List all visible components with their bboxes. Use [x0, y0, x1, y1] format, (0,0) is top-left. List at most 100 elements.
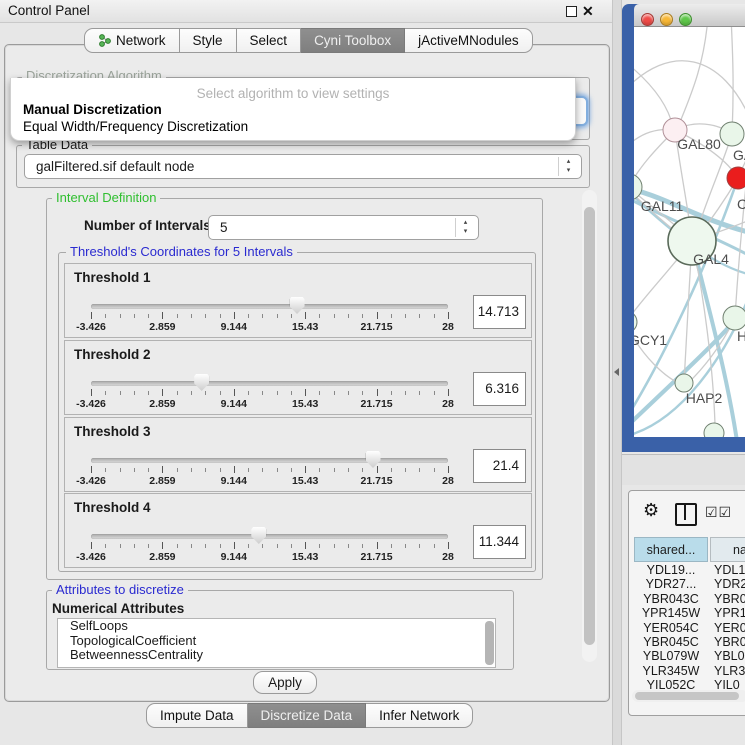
attribute-item-selfloops[interactable]: SelfLoops — [58, 619, 495, 634]
network-edge[interactable] — [634, 61, 745, 123]
number-of-intervals-combo[interactable]: 5 ▴▾ — [208, 215, 479, 240]
threshold-panel-2: Threshold 2 -3.4262.8599.14415.4321.7152… — [64, 340, 532, 415]
slider-tick — [362, 314, 363, 318]
slider-track[interactable] — [91, 304, 448, 309]
table-row[interactable]: YBR045C YBR0 — [629, 635, 745, 649]
cell-name: YDL1 — [714, 563, 745, 577]
slider-tick — [191, 314, 192, 318]
apply-button[interactable]: Apply — [253, 671, 317, 694]
slider-tick — [291, 544, 292, 548]
slider-tick — [205, 314, 206, 318]
slider-tick — [248, 314, 249, 318]
slider-tick — [120, 391, 121, 395]
cell-name: YBL0 — [714, 649, 745, 663]
tab-network[interactable]: Network — [84, 28, 180, 53]
gear-icon[interactable]: ⚙ — [643, 500, 659, 520]
slider-tick — [248, 391, 249, 395]
slider-tick — [348, 544, 349, 548]
slider-tick — [177, 468, 178, 472]
node-gcy1[interactable] — [634, 311, 637, 333]
slider-tick — [177, 314, 178, 318]
slider-tick — [391, 314, 392, 318]
network-canvas[interactable]: GAL80GACGAL11GAL4GCY1HHAP2 — [634, 27, 745, 437]
slider-tick — [419, 314, 420, 318]
slider-track[interactable] — [91, 534, 448, 539]
threshold-value-field[interactable]: 11.344 — [473, 525, 526, 559]
slider-handle[interactable] — [366, 451, 381, 468]
node-red[interactable] — [727, 167, 745, 189]
popup-item-equal-width[interactable]: Equal Width/Frequency Discretization — [23, 119, 248, 134]
slider-tick — [419, 391, 420, 395]
table-data-combo[interactable]: galFiltered.sif default node ▴▾ — [24, 154, 582, 179]
tab-infer-network[interactable]: Infer Network — [366, 703, 473, 728]
threshold-value-field[interactable]: 14.713 — [473, 295, 526, 329]
attribute-item-topologicalcoefficient[interactable]: TopologicalCoefficient — [58, 634, 495, 649]
number-of-intervals-label: Number of Intervals — [84, 218, 211, 233]
spinner-arrows-icon[interactable]: ▴▾ — [558, 157, 574, 176]
list-scrollbar-thumb[interactable] — [485, 621, 494, 665]
zoom-traffic-light-icon[interactable] — [679, 13, 692, 26]
slider-tick — [291, 314, 292, 318]
network-edge[interactable] — [731, 27, 733, 134]
tab-impute-data[interactable]: Impute Data — [146, 703, 248, 728]
slider-tick — [334, 391, 335, 395]
divider-collapse-icon[interactable] — [614, 368, 619, 376]
slider-tick — [205, 544, 206, 548]
node-gal11[interactable] — [634, 174, 642, 200]
slider-track[interactable] — [91, 458, 448, 463]
slider-tick — [291, 391, 292, 395]
h-scrollbar-thumb[interactable] — [635, 692, 739, 700]
table-row[interactable]: YDR27... YDR2 — [629, 577, 745, 591]
close-icon[interactable]: ✕ — [582, 2, 594, 20]
column-header-name[interactable]: na — [710, 537, 745, 562]
float-window-icon[interactable] — [566, 6, 577, 17]
threshold-value-field[interactable]: 6.316 — [473, 372, 526, 406]
slider-track[interactable] — [91, 381, 448, 386]
node-label-gal80: GAL80 — [677, 136, 721, 152]
minimize-traffic-light-icon[interactable] — [660, 13, 673, 26]
close-traffic-light-icon[interactable] — [641, 13, 654, 26]
table-row[interactable]: YPR145W YPR1 — [629, 606, 745, 620]
numerical-attributes-list[interactable]: SelfLoopsTopologicalCoefficientBetweenne… — [57, 618, 496, 668]
tab-select[interactable]: Select — [237, 28, 302, 53]
slider-tick — [291, 468, 292, 472]
threshold-label: Threshold 4 — [74, 500, 151, 515]
slider-tick — [362, 544, 363, 548]
table-row[interactable]: YER054C YER0 — [629, 621, 745, 635]
slider-tick — [191, 468, 192, 472]
node-h[interactable] — [723, 306, 745, 330]
slider-handle[interactable] — [251, 527, 266, 544]
slider-tick — [262, 314, 263, 318]
attribute-item-betweennesscentrality[interactable]: BetweennessCentrality — [58, 648, 495, 663]
checkbox-icons[interactable]: ☑☑ — [705, 504, 732, 521]
slider-tick-label: -3.426 — [59, 551, 123, 563]
table-row[interactable]: YLR345W YLR3 — [629, 664, 745, 678]
tab-discretize-data[interactable]: Discretize Data — [248, 703, 367, 728]
slider-tick — [205, 468, 206, 472]
network-window-titlebar[interactable] — [634, 4, 745, 27]
slider-handle[interactable] — [194, 374, 209, 391]
popup-item-manual-discretization[interactable]: Manual Discretization — [23, 102, 162, 117]
slider-tick — [348, 391, 349, 395]
tab-style[interactable]: Style — [180, 28, 237, 53]
slider-tick — [319, 314, 320, 318]
scrollbar-thumb[interactable] — [584, 207, 595, 645]
column-settings-icon[interactable] — [675, 503, 697, 526]
table-row[interactable]: YBL079W YBL0 — [629, 649, 745, 663]
spinner-arrows-icon[interactable]: ▴▾ — [455, 218, 471, 237]
network-edge[interactable] — [634, 61, 673, 127]
threshold-value-field[interactable]: 21.4 — [473, 449, 526, 483]
table-row[interactable]: YDL19... YDL1 — [629, 563, 745, 577]
slider-handle[interactable] — [290, 297, 305, 314]
node-bottom[interactable] — [704, 423, 724, 437]
slider-tick — [391, 391, 392, 395]
tab-jactivemnodules[interactable]: jActiveMNodules — [405, 28, 533, 53]
slider-tick-label: -3.426 — [59, 398, 123, 410]
network-edge[interactable] — [678, 27, 708, 127]
slider-tick — [305, 312, 306, 319]
node-top-green[interactable] — [720, 122, 744, 146]
table-row[interactable]: YBR043C YBR0 — [629, 592, 745, 606]
slider-tick — [405, 314, 406, 318]
tab-cyni-toolbox[interactable]: Cyni Toolbox — [301, 28, 405, 53]
column-header-shared-name[interactable]: shared... — [634, 537, 708, 562]
